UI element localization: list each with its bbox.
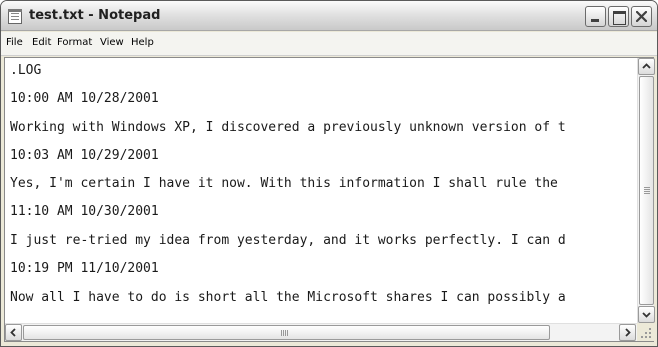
- arrow-down-icon: [642, 312, 651, 318]
- close-button[interactable]: [631, 6, 652, 27]
- close-icon: [636, 11, 647, 22]
- scroll-left-button[interactable]: [5, 324, 22, 341]
- resize-grip-icon: [641, 328, 651, 338]
- text-line: 10:00 AM 10/28/2001: [10, 91, 159, 106]
- horizontal-scrollbar[interactable]: [5, 323, 637, 341]
- arrow-left-icon: [10, 328, 16, 337]
- text-line: Now all I have to do is short all the Mi…: [10, 290, 566, 305]
- text-area[interactable]: .LOG 10:00 AM 10/28/2001 Working with Wi…: [5, 58, 637, 323]
- text-line: Working with Windows XP, I discovered a …: [10, 120, 566, 135]
- scroll-down-button[interactable]: [638, 306, 655, 323]
- menu-bar: File Edit Format View Help: [1, 32, 657, 56]
- scroll-right-button[interactable]: [619, 324, 636, 341]
- text-line: .LOG: [10, 63, 42, 78]
- menu-view[interactable]: View: [100, 37, 124, 48]
- resize-grip[interactable]: [637, 323, 654, 341]
- maximize-button[interactable]: [608, 6, 629, 27]
- arrow-right-icon: [625, 328, 631, 337]
- scroll-up-button[interactable]: [638, 58, 655, 75]
- notepad-window: test.txt - Notepad File Edit Format View…: [0, 0, 658, 347]
- vertical-scroll-thumb[interactable]: [639, 76, 654, 305]
- horizontal-scroll-thumb[interactable]: [23, 325, 550, 340]
- notepad-icon[interactable]: [8, 9, 22, 24]
- menu-help[interactable]: Help: [131, 37, 154, 48]
- menu-edit[interactable]: Edit: [32, 37, 51, 48]
- text-line: 11:10 AM 10/30/2001: [10, 204, 159, 219]
- text-line: I just re-tried my idea from yesterday, …: [10, 233, 566, 248]
- minimize-button[interactable]: [585, 6, 606, 27]
- menu-format[interactable]: Format: [57, 37, 92, 48]
- arrow-up-icon: [642, 63, 651, 69]
- text-line: Yes, I'm certain I have it now. With thi…: [10, 176, 558, 191]
- window-title: test.txt - Notepad: [29, 8, 161, 23]
- vertical-scrollbar[interactable]: [637, 58, 655, 323]
- text-line: 10:03 AM 10/29/2001: [10, 148, 159, 163]
- text-editor[interactable]: .LOG 10:00 AM 10/28/2001 Working with Wi…: [4, 57, 655, 342]
- title-bar[interactable]: test.txt - Notepad: [1, 1, 657, 31]
- menu-file[interactable]: File: [6, 37, 23, 48]
- text-line: 10:19 PM 11/10/2001: [10, 261, 159, 276]
